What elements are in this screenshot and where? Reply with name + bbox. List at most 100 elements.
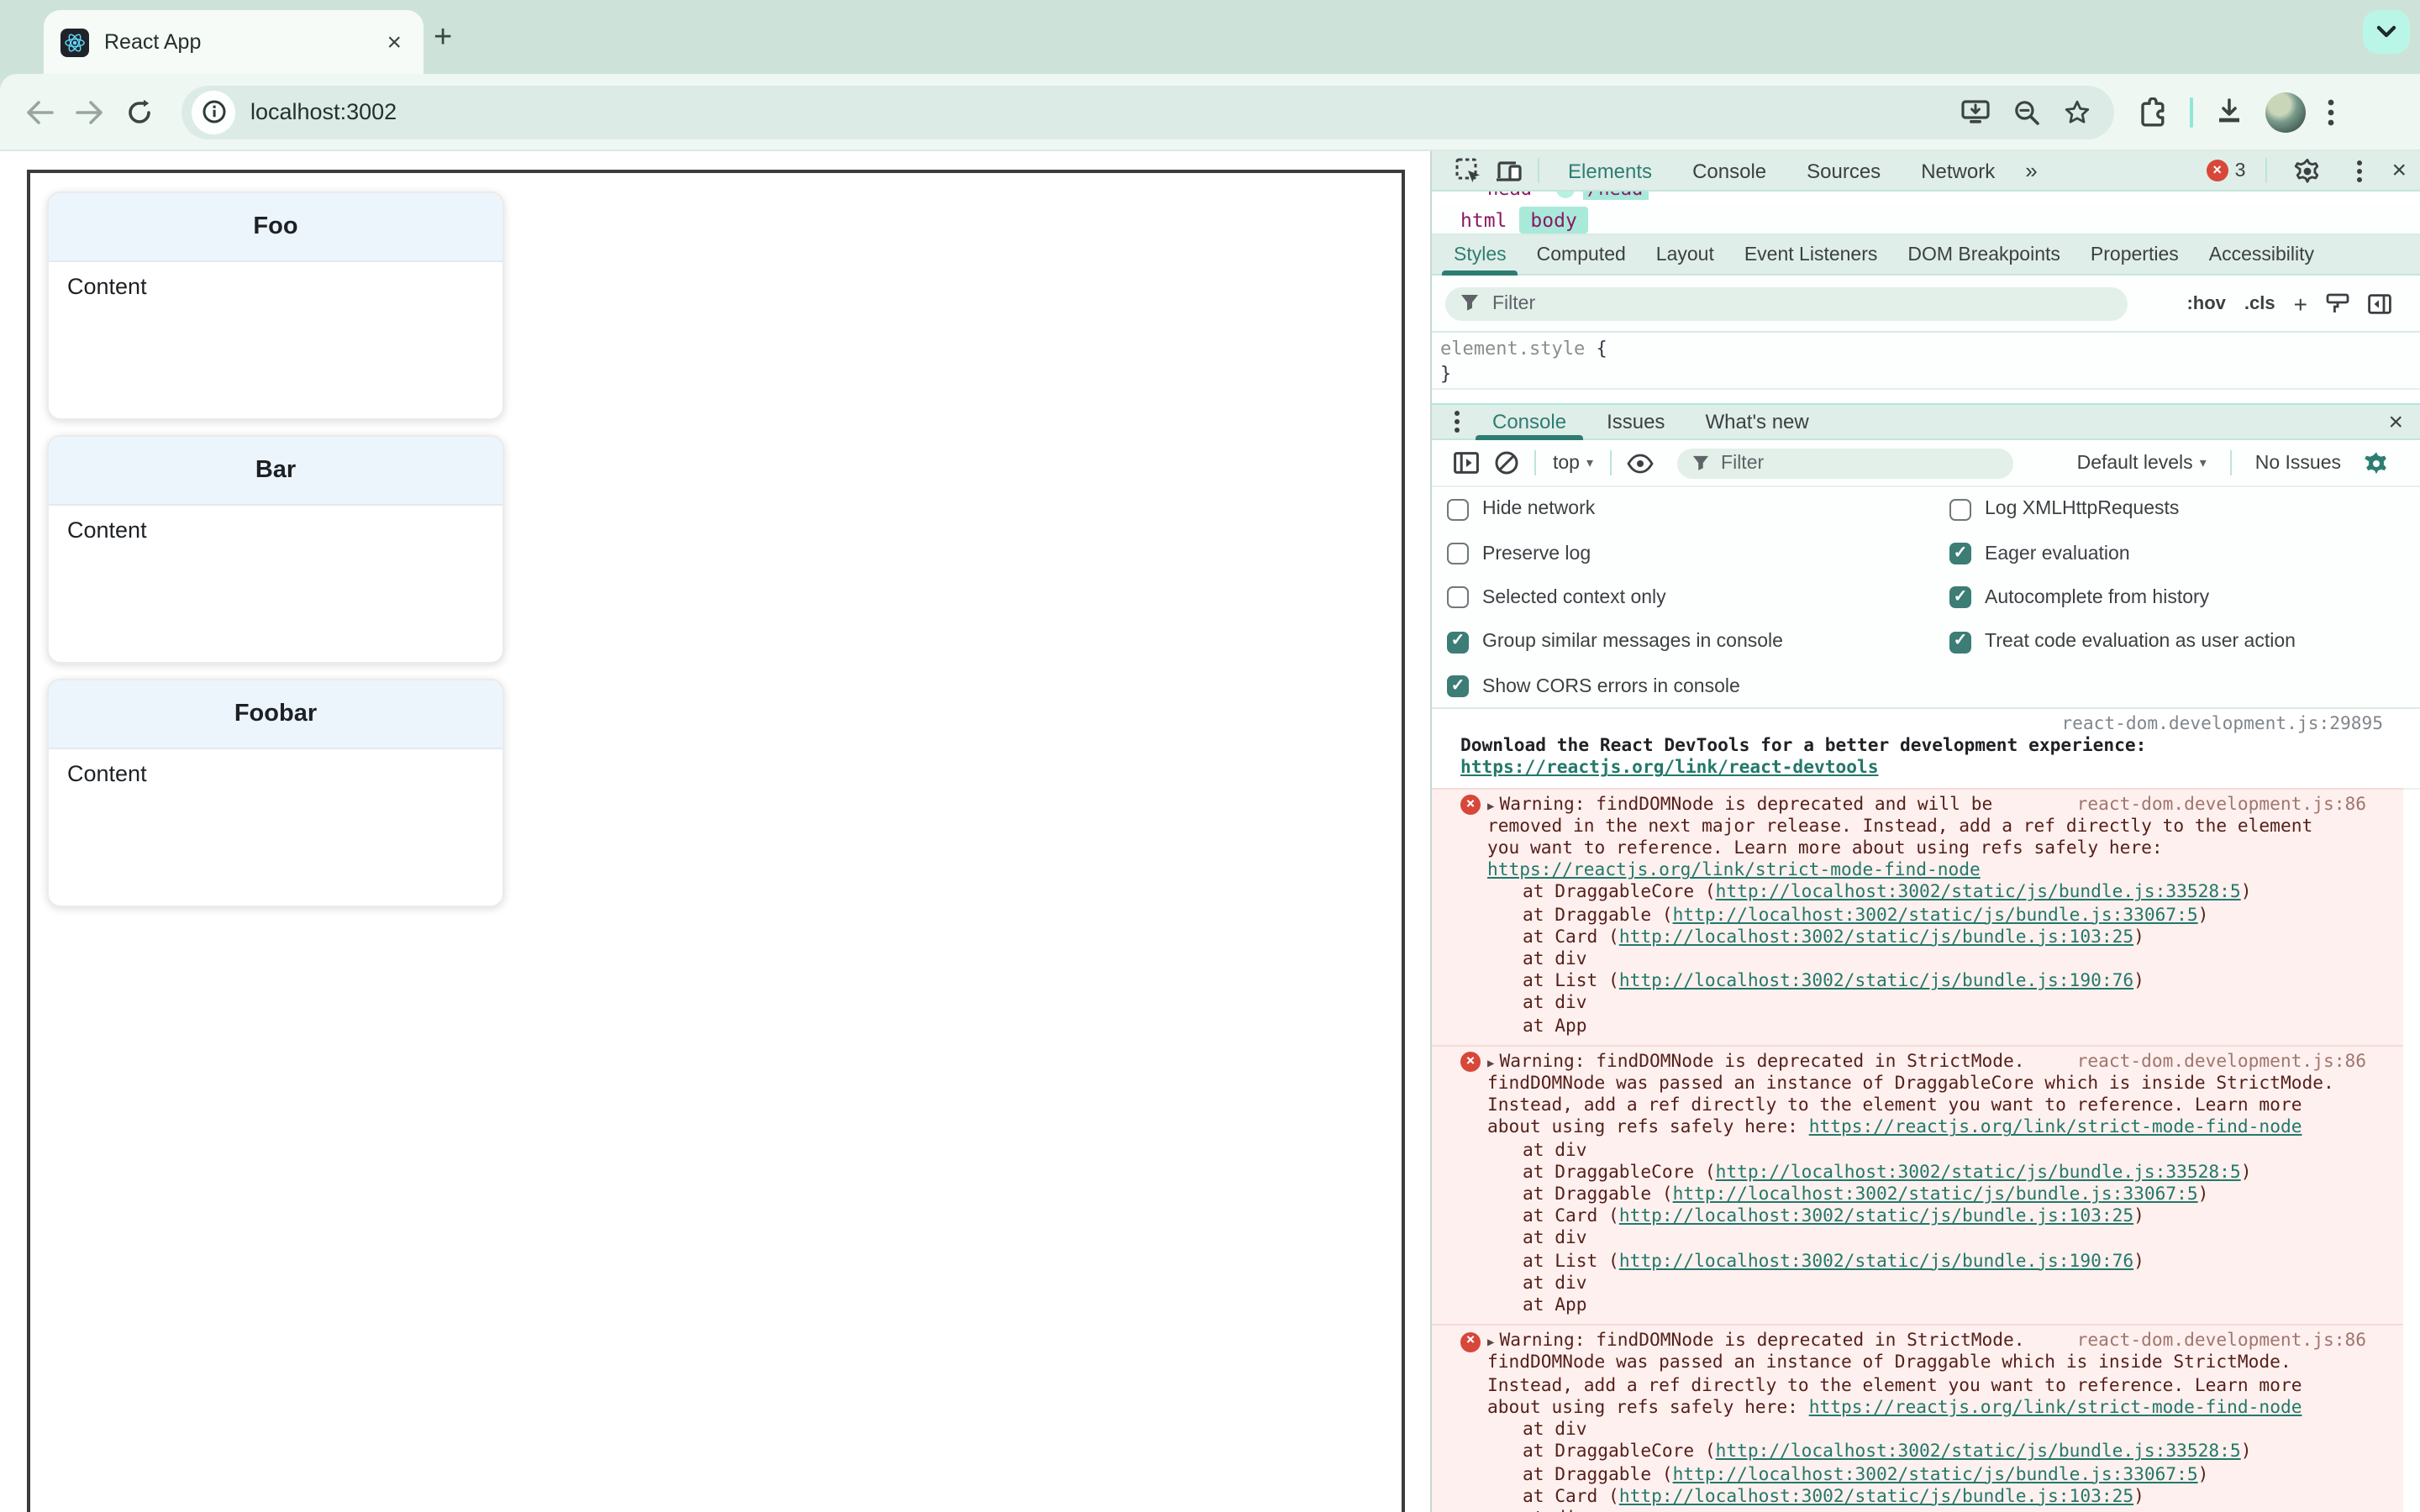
checkbox-unchecked[interactable] xyxy=(1949,498,1971,521)
checkbox-unchecked[interactable] xyxy=(1447,498,1469,521)
console-link[interactable]: http://localhost:3002/static/js/bundle.j… xyxy=(1619,971,2133,991)
bookmark-star-icon[interactable] xyxy=(2064,98,2091,125)
styles-filter-input[interactable] xyxy=(1445,286,2128,320)
checkbox-unchecked[interactable] xyxy=(1447,543,1469,565)
console-link[interactable]: http://localhost:3002/static/js/bundle.j… xyxy=(1673,1464,2198,1484)
devtools-close-icon[interactable]: × xyxy=(2391,156,2407,185)
source-link[interactable]: react-dom.development.js:86 xyxy=(2077,1331,2366,1353)
devtools-settings-gear-icon[interactable] xyxy=(2287,154,2328,187)
element-style-rule[interactable]: element.style { } xyxy=(1432,333,2420,390)
drawer-close-icon[interactable]: × xyxy=(2388,407,2420,436)
address-bar[interactable] xyxy=(182,85,2114,139)
issues-counter[interactable]: No Issues xyxy=(2255,453,2341,473)
toggle-classes-button[interactable]: .cls xyxy=(2244,293,2275,313)
checkbox-checked[interactable]: ✓ xyxy=(1949,631,1971,654)
tab-properties[interactable]: Properties xyxy=(2075,234,2194,275)
breadcrumb-html[interactable]: html xyxy=(1449,206,1518,233)
card[interactable]: Foo Content xyxy=(47,192,504,420)
tab-sources[interactable]: Sources xyxy=(1786,150,1901,191)
console-text: findDOMNode was passed an instance of Dr… xyxy=(1487,1074,2334,1095)
console-link[interactable]: http://localhost:3002/static/js/bundle.j… xyxy=(1619,927,2133,948)
checkbox-unchecked[interactable] xyxy=(1447,586,1469,609)
console-link[interactable]: http://localhost:3002/static/js/bundle.j… xyxy=(1619,1251,2133,1271)
card-header[interactable]: Foo xyxy=(49,193,502,262)
breadcrumb-body[interactable]: body xyxy=(1518,206,1589,233)
tab-elements[interactable]: Elements xyxy=(1548,150,1672,197)
live-expression-eye-icon[interactable] xyxy=(1620,446,1660,480)
card-header[interactable]: Foobar xyxy=(49,680,502,749)
clear-console-icon[interactable] xyxy=(1486,446,1526,480)
drawer-menu-kebab-icon[interactable] xyxy=(1442,405,1472,438)
console-link[interactable]: http://localhost:3002/static/js/bundle.j… xyxy=(1673,905,2198,925)
console-settings-gear-icon-active[interactable] xyxy=(2356,446,2396,480)
tab-search-button[interactable] xyxy=(2363,10,2410,54)
new-style-rule-button[interactable]: + xyxy=(2294,290,2307,317)
source-link[interactable]: react-dom.development.js:29895 xyxy=(2061,714,2383,736)
console-filter-input[interactable] xyxy=(1677,448,2014,478)
checkbox-checked[interactable]: ✓ xyxy=(1949,543,1971,565)
checkbox-checked[interactable]: ✓ xyxy=(1447,675,1469,698)
inspect-element-icon[interactable] xyxy=(1449,154,1489,187)
log-levels-dropdown[interactable]: Default levels ▾ xyxy=(2077,453,2207,473)
console-message-line: at Card (http://localhost:3002/static/js… xyxy=(1523,1486,2366,1508)
install-app-icon[interactable] xyxy=(1961,99,1990,124)
console-link[interactable]: https://reactjs.org/link/strict-mode-fin… xyxy=(1809,1118,2302,1138)
console-link[interactable]: http://localhost:3002/static/js/bundle.j… xyxy=(1619,1207,2133,1227)
new-tab-button[interactable]: + xyxy=(434,20,452,57)
expand-triangle-icon[interactable]: ▶ xyxy=(1487,795,1494,817)
browser-tab[interactable]: React App × xyxy=(44,10,424,74)
card[interactable]: Bar Content xyxy=(47,435,504,664)
tab-event-listeners[interactable]: Event Listeners xyxy=(1729,234,1893,275)
context-selector[interactable]: top ▾ xyxy=(1544,453,1602,473)
extensions-puzzle-icon[interactable] xyxy=(2138,97,2168,127)
reload-button[interactable] xyxy=(114,87,165,137)
console-link[interactable]: https://reactjs.org/link/react-devtools xyxy=(1460,759,1879,779)
expand-triangle-icon[interactable]: ▶ xyxy=(1487,1333,1494,1355)
zoom-out-icon[interactable] xyxy=(2013,98,2040,125)
drawer-tab-console[interactable]: Console xyxy=(1472,403,1586,440)
console-link[interactable]: http://localhost:3002/static/js/bundle.j… xyxy=(1716,1163,2241,1183)
devtools-menu-kebab-icon[interactable] xyxy=(2339,154,2380,187)
console-link[interactable]: http://localhost:3002/static/js/bundle.j… xyxy=(1716,883,2241,903)
console-link[interactable]: http://localhost:3002/static/js/bundle.j… xyxy=(1619,1486,2133,1506)
console-settings-pane: Hide network Preserve log Selected context… xyxy=(1432,487,2420,709)
tab-computed[interactable]: Computed xyxy=(1522,234,1641,275)
downloads-icon[interactable] xyxy=(2215,97,2244,126)
expand-triangle-icon[interactable]: ▶ xyxy=(1487,1053,1494,1075)
tab-styles[interactable]: Styles xyxy=(1439,234,1522,275)
console-link[interactable]: http://localhost:3002/static/js/bundle.j… xyxy=(1673,1184,2198,1205)
console-text: Instead, add a ref directly to the eleme… xyxy=(1487,1095,2302,1116)
drawer-tab-issues[interactable]: Issues xyxy=(1586,403,1685,440)
computed-sidebar-toggle-icon[interactable] xyxy=(2368,293,2391,313)
more-tabs-button[interactable]: » xyxy=(2015,158,2047,183)
card-header[interactable]: Bar xyxy=(49,437,502,506)
tab-close-icon[interactable]: × xyxy=(381,28,407,56)
browser-menu-kebab-icon[interactable] xyxy=(2328,98,2334,125)
react-favicon xyxy=(60,28,89,56)
console-link[interactable]: https://reactjs.org/link/strict-mode-fin… xyxy=(1487,860,1981,880)
console-link[interactable]: http://localhost:3002/static/js/bundle.j… xyxy=(1716,1442,2241,1462)
toggle-hover-state-button[interactable]: :hov xyxy=(2186,293,2225,313)
tab-layout[interactable]: Layout xyxy=(1641,234,1729,275)
url-input[interactable] xyxy=(250,99,1961,124)
tab-accessibility[interactable]: Accessibility xyxy=(2194,234,2329,275)
drawer-tab-what-s-new[interactable]: What's new xyxy=(1685,403,1828,440)
error-count-badge[interactable]: × 3 xyxy=(2206,160,2245,181)
console-link[interactable]: https://reactjs.org/link/strict-mode-fin… xyxy=(1809,1398,2302,1418)
forward-button[interactable] xyxy=(64,87,114,137)
card[interactable]: Foobar Content xyxy=(47,679,504,907)
tab-console[interactable]: Console xyxy=(1672,150,1786,191)
console-sidebar-toggle-icon[interactable] xyxy=(1445,446,1486,480)
device-toolbar-icon[interactable] xyxy=(1489,154,1529,187)
rendering-brush-icon[interactable] xyxy=(2326,291,2349,315)
source-link[interactable]: react-dom.development.js:86 xyxy=(2077,794,2366,816)
source-link[interactable]: react-dom.development.js:86 xyxy=(2077,1052,2366,1074)
tab-network[interactable]: Network xyxy=(1901,150,2015,191)
tab-dom-breakpoints[interactable]: DOM Breakpoints xyxy=(1892,234,2075,275)
back-button[interactable] xyxy=(13,87,64,137)
avatar[interactable] xyxy=(2265,92,2306,132)
site-info-icon[interactable] xyxy=(192,90,235,134)
checkbox-checked[interactable]: ✓ xyxy=(1447,631,1469,654)
checkbox-label: Preserve log xyxy=(1482,543,1591,564)
checkbox-checked[interactable]: ✓ xyxy=(1949,586,1971,609)
